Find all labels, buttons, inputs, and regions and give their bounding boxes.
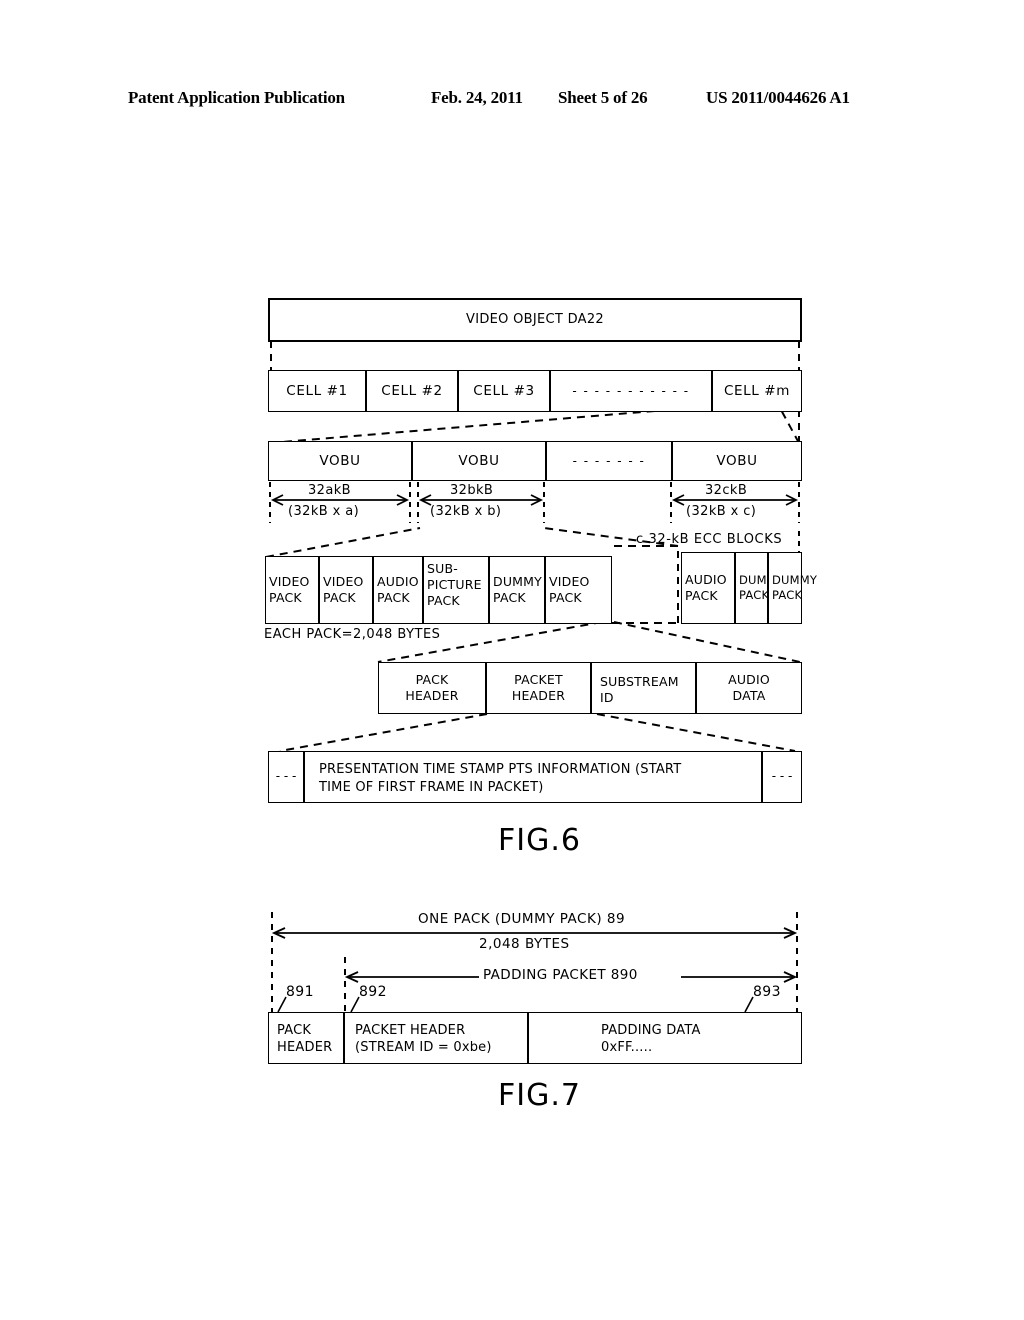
one-pack-bytes-label: 2,048 BYTES <box>479 936 570 952</box>
pts-right-ellipsis: - - - <box>771 769 793 784</box>
pack-line-2: PACK <box>685 588 718 603</box>
pts-information-box: PRESENTATION TIME STAMP PTS INFORMATION … <box>304 751 762 803</box>
box-line-2: (STREAM ID = 0xbe) <box>355 1040 492 1055</box>
publication-header: Patent Application Publication Feb. 24, … <box>128 88 896 112</box>
header-patent-number: US 2011/0044626 A1 <box>706 88 850 107</box>
pack-line-2: PACK <box>493 590 526 605</box>
vobu-size-label-b: 32bkB <box>450 483 494 498</box>
vobu-label: VOBU <box>458 453 500 469</box>
vobu-formula-label-c: (32kB x c) <box>686 504 757 519</box>
pack-line-2: PACK <box>549 590 582 605</box>
fig7-box-pack-header: PACK HEADER <box>268 1012 344 1064</box>
header-sheet-number: Sheet 5 of 26 <box>558 88 648 107</box>
field-line-2: DATA <box>732 688 766 703</box>
pack-field-pack-header: PACK HEADER <box>378 662 486 714</box>
pack-line-1: DUMMY <box>493 574 542 589</box>
pts-right-ellipsis-box: - - - <box>762 751 802 803</box>
pack-line-2: PACK <box>739 588 770 602</box>
box-line-2: HEADER <box>277 1040 333 1055</box>
pts-left-ellipsis-box: - - - <box>268 751 304 803</box>
pack-line-1: AUDIO <box>685 572 727 587</box>
ecc-pack-box-dummy-1: DUMMY PACK <box>735 552 784 624</box>
each-pack-note: EACH PACK=2,048 BYTES <box>264 627 441 642</box>
pack-line-1: DUMMY <box>772 573 818 588</box>
vobu-box-3: VOBU <box>672 441 802 481</box>
cell-box-3: CELL #3 <box>458 370 550 412</box>
one-pack-label: ONE PACK (DUMMY PACK) 89 <box>418 911 626 927</box>
vobu-ellipsis-label: - - - - - - - <box>572 454 646 468</box>
pack-line-1: VIDEO <box>549 574 590 589</box>
field-line-2: ID <box>600 690 614 705</box>
video-object-box: VIDEO OBJECT DA22 <box>268 298 802 342</box>
vobu-box-1: VOBU <box>268 441 412 481</box>
cell-ellipsis-label: - - - - - - - - - - - <box>572 384 690 398</box>
vobu-size-label-c: 32ckB <box>705 483 748 498</box>
header-date: Feb. 24, 2011 <box>431 88 523 107</box>
field-line-1: AUDIO <box>728 672 770 687</box>
pack-line-1: SUB- <box>427 561 458 576</box>
pack-line-2: PACK <box>323 590 356 605</box>
pack-line-2: PACK <box>377 590 410 605</box>
diagram-connector-overlay <box>265 341 801 1013</box>
field-line-2: HEADER <box>405 688 459 703</box>
pts-line-1: PRESENTATION TIME STAMP PTS INFORMATION … <box>319 762 682 778</box>
ecc-pack-box-dummy-2: DUMMY PACK <box>768 552 817 624</box>
pack-box-video-1: VIDEO PACK <box>265 556 319 624</box>
header-publication-label: Patent Application Publication <box>128 88 345 107</box>
pack-field-audio-data: AUDIO DATA <box>696 662 802 714</box>
vobu-box-ellipsis: - - - - - - - <box>546 441 672 481</box>
vobu-label: VOBU <box>716 453 758 469</box>
vobu-formula-label-b: (32kB x b) <box>430 504 502 519</box>
field-line-1: PACK <box>415 672 449 687</box>
figure-6-caption: FIG.6 <box>498 823 581 858</box>
box-line-2: 0xFF..... <box>601 1040 653 1055</box>
cell-label: CELL #2 <box>381 383 443 399</box>
cell-box-m: CELL #m <box>712 370 802 412</box>
pack-box-audio: AUDIO PACK <box>373 556 423 624</box>
pts-left-ellipsis: - - - <box>275 769 297 784</box>
vobu-formula-label-a: (32kB x a) <box>288 504 360 519</box>
reference-892: 892 <box>359 984 387 1000</box>
reference-893: 893 <box>753 984 781 1000</box>
ecc-blocks-label: c 32-kB ECC BLOCKS <box>636 532 783 547</box>
pack-box-sub-picture: SUB- PICTURE PACK <box>423 556 489 624</box>
field-line-1: SUBSTREAM <box>600 674 679 689</box>
pts-line-2: TIME OF FIRST FRAME IN PACKET) <box>319 780 544 795</box>
pack-field-substream-id: SUBSTREAM ID <box>591 662 696 714</box>
field-line-2: HEADER <box>511 688 566 703</box>
figure-7-caption: FIG.7 <box>498 1078 581 1113</box>
video-object-label: VIDEO OBJECT DA22 <box>466 311 604 327</box>
field-line-1: PACKET <box>514 672 563 687</box>
pack-line-1: VIDEO <box>323 574 364 589</box>
pack-line-1: VIDEO <box>269 574 310 589</box>
pack-box-video-3: VIDEO PACK <box>545 556 612 624</box>
cell-label: CELL #1 <box>286 383 348 399</box>
vobu-box-2: VOBU <box>412 441 546 481</box>
fig7-box-packet-header: PACKET HEADER (STREAM ID = 0xbe) <box>344 1012 528 1064</box>
pack-line-2: PACK <box>269 590 302 605</box>
cell-box-1: CELL #1 <box>268 370 366 412</box>
padding-packet-label: PADDING PACKET 890 <box>481 967 640 983</box>
box-line-1: PACKET HEADER <box>355 1023 466 1039</box>
fig7-box-padding-data: PADDING DATA 0xFF..... <box>528 1012 802 1064</box>
cell-box-2: CELL #2 <box>366 370 458 412</box>
pack-field-packet-header: PACKET HEADER <box>486 662 591 714</box>
box-line-1: PADDING DATA <box>601 1023 701 1039</box>
pack-box-dummy: DUMMY PACK <box>489 556 545 624</box>
cell-label: CELL #3 <box>473 383 535 399</box>
pack-line-1: AUDIO <box>377 574 419 589</box>
vobu-label: VOBU <box>319 453 361 469</box>
cell-label: CELL #m <box>724 383 790 399</box>
pack-line-2: PICTURE <box>427 577 482 592</box>
cell-box-ellipsis: - - - - - - - - - - - <box>550 370 712 412</box>
ecc-pack-box-audio: AUDIO PACK <box>681 552 735 624</box>
box-line-1: PACK <box>277 1023 312 1039</box>
vobu-size-label-a: 32akB <box>308 483 351 498</box>
pack-line-3: PACK <box>427 593 460 608</box>
reference-891: 891 <box>286 984 314 1000</box>
pack-line-2: PACK <box>772 588 803 602</box>
pack-box-video-2: VIDEO PACK <box>319 556 373 624</box>
